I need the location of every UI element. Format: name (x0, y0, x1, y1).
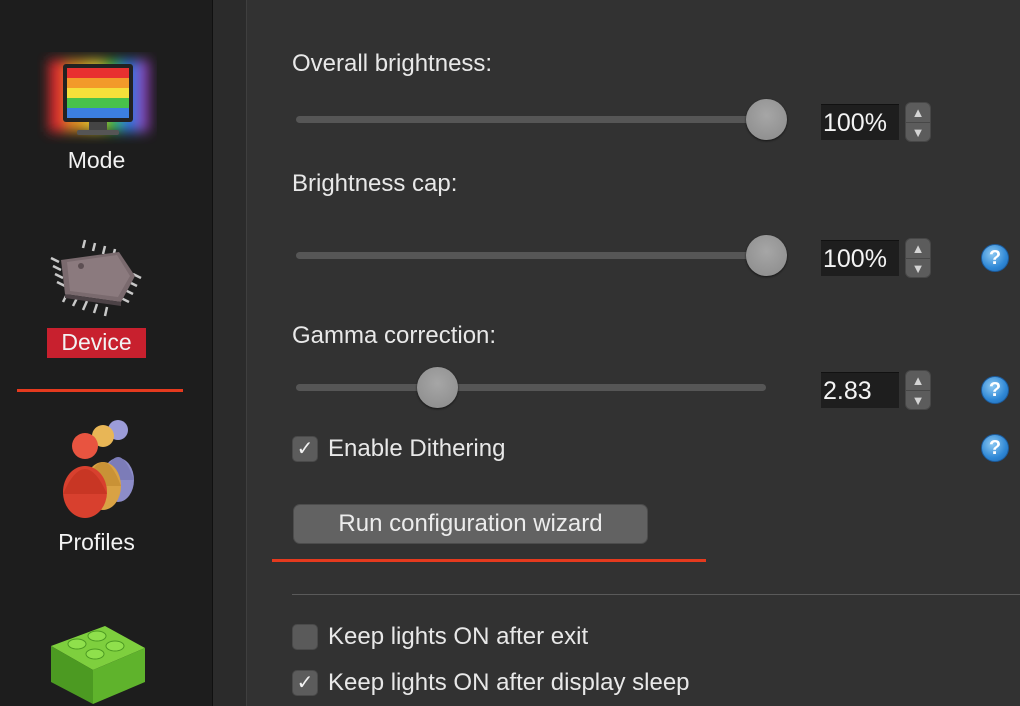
sidebar-item-mode[interactable]: Mode (0, 52, 193, 176)
sidebar-item-plugins[interactable] (0, 612, 193, 706)
brightness-cap-slider[interactable] (296, 235, 787, 276)
increment-button[interactable]: ▲ (906, 239, 930, 258)
sidebar-item-profiles[interactable]: Profiles (0, 414, 193, 558)
chip-icon (49, 239, 142, 317)
slider-thumb[interactable] (416, 367, 458, 408)
device-settings-panel: Overall brightness: 100% ▲ ▼ Brightness … (247, 0, 1020, 706)
enable-dithering-checkbox[interactable]: ✓ (292, 436, 318, 462)
run-configuration-wizard-button[interactable]: Run configuration wizard (293, 504, 648, 544)
overall-brightness-slider[interactable] (296, 99, 787, 140)
gamma-correction-stepper[interactable]: ▲ ▼ (905, 370, 931, 410)
gamma-correction-label: Gamma correction: (292, 322, 497, 349)
gutter (213, 0, 247, 706)
keep-lights-on-after-sleep-label[interactable]: Keep lights ON after display sleep (328, 669, 690, 697)
selection-underline (17, 389, 183, 392)
help-icon[interactable]: ? (981, 244, 1009, 272)
brightness-cap-stepper[interactable]: ▲ ▼ (905, 238, 931, 278)
keep-lights-on-after-exit-label[interactable]: Keep lights ON after exit (328, 623, 588, 651)
enable-dithering-label[interactable]: Enable Dithering (328, 435, 505, 463)
decrement-button[interactable]: ▼ (906, 258, 930, 278)
decrement-button[interactable]: ▼ (906, 390, 930, 410)
increment-button[interactable]: ▲ (906, 103, 930, 122)
people-icon (62, 420, 134, 518)
wizard-underline (272, 559, 706, 562)
help-icon[interactable]: ? (981, 434, 1009, 462)
sidebar: Mode Device Profiles (0, 0, 213, 706)
overall-brightness-label: Overall brightness: (292, 50, 493, 77)
slider-thumb[interactable] (745, 235, 787, 276)
gamma-correction-slider[interactable] (296, 367, 766, 408)
help-icon[interactable]: ? (981, 376, 1009, 404)
increment-button[interactable]: ▲ (906, 371, 930, 390)
separator (292, 594, 1020, 595)
keep-lights-on-after-exit-checkbox[interactable] (292, 624, 318, 650)
decrement-button[interactable]: ▼ (906, 122, 930, 142)
sidebar-item-label: Device (47, 328, 146, 358)
sidebar-item-label: Profiles (58, 529, 135, 555)
slider-thumb[interactable] (745, 99, 787, 140)
brightness-cap-label: Brightness cap: (292, 170, 458, 197)
sidebar-item-label: Mode (67, 147, 126, 173)
overall-brightness-value[interactable]: 100% (821, 104, 899, 140)
monitor-rainbow-icon (48, 60, 149, 135)
sidebar-item-device[interactable]: Device (0, 236, 193, 358)
gamma-correction-value[interactable]: 2.83 (821, 372, 899, 408)
overall-brightness-stepper[interactable]: ▲ ▼ (905, 102, 931, 142)
keep-lights-on-after-sleep-checkbox[interactable]: ✓ (292, 670, 318, 696)
brightness-cap-value[interactable]: 100% (821, 240, 899, 276)
lego-brick-icon (50, 626, 145, 704)
